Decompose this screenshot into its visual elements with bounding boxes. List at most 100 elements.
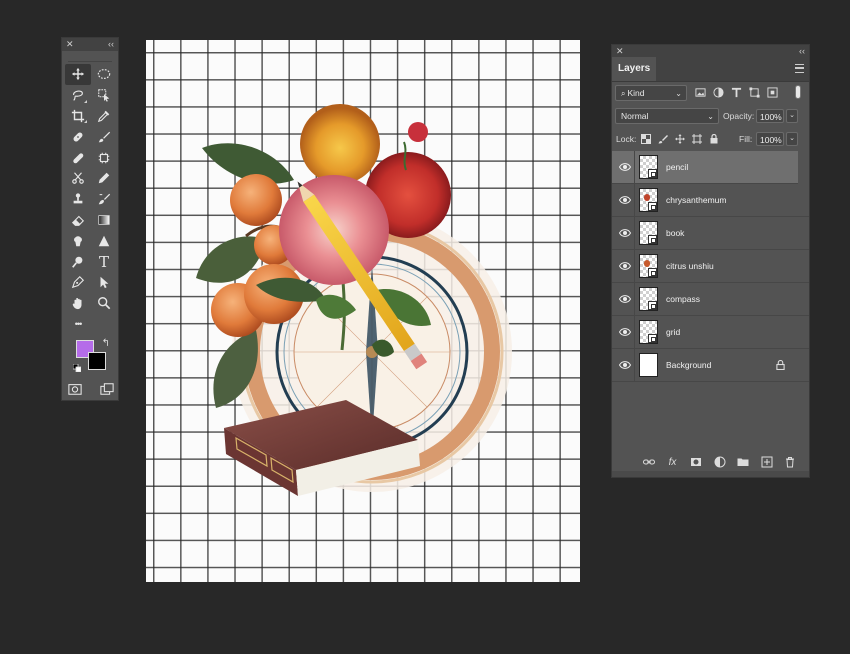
eraser-tool-icon[interactable] [65, 210, 91, 231]
tools-panel-header: ✕ ‹‹ [62, 38, 118, 51]
shape-filter-icon[interactable] [749, 87, 760, 98]
smart-object-badge-icon [648, 169, 657, 178]
eyedropper-tool-icon[interactable] [91, 106, 117, 127]
panel-resize-grip[interactable] [612, 471, 809, 477]
type-filter-icon[interactable] [731, 87, 742, 98]
layer-row-citrus-unshiu[interactable]: citrus unshiu [612, 250, 809, 283]
visibility-eye-icon[interactable] [619, 360, 631, 370]
adjustment-layer-icon[interactable] [713, 455, 727, 469]
default-colors-icon[interactable] [73, 364, 81, 372]
lock-artboard-icon[interactable] [692, 134, 702, 144]
visibility-eye-icon[interactable] [619, 195, 631, 205]
fill-stepper[interactable]: ⌄ [786, 132, 798, 146]
collapse-icon[interactable]: ‹‹ [108, 38, 114, 51]
crop-tool-icon[interactable] [65, 106, 91, 127]
adjustment-filter-icon[interactable] [713, 87, 724, 98]
add-mask-icon[interactable] [689, 455, 703, 469]
close-icon[interactable]: ✕ [616, 45, 624, 57]
filter-toggle[interactable] [795, 85, 801, 99]
chip-tool-icon[interactable] [91, 147, 117, 168]
layer-style-fx-icon[interactable]: fx [666, 455, 680, 469]
fill-label: Fill: [739, 134, 753, 144]
spot-healing-tool-icon[interactable] [65, 126, 91, 147]
layer-row-compass[interactable]: compass [612, 283, 809, 316]
background-color-swatch[interactable] [88, 352, 106, 370]
link-layers-icon[interactable] [642, 455, 656, 469]
new-group-folder-icon[interactable] [736, 455, 750, 469]
brush-tool-icon[interactable] [91, 126, 117, 147]
pixel-filter-icon[interactable] [695, 87, 706, 98]
layer-row-book[interactable]: book [612, 217, 809, 250]
layer-row-pencil[interactable]: pencil [612, 151, 798, 184]
hand-tool-icon[interactable] [65, 293, 91, 314]
pencil-tool-icon[interactable] [91, 168, 117, 189]
layer-filter-row: ⌕ Kind ⌄ [612, 84, 809, 102]
search-icon: ⌕ [621, 89, 626, 98]
path-selection-tool-icon[interactable] [91, 272, 117, 293]
filter-kind-select[interactable]: ⌕ Kind ⌄ [615, 85, 687, 101]
layer-row-chrysanthemum[interactable]: chrysanthemum [612, 184, 809, 217]
delete-layer-trash-icon[interactable] [783, 455, 797, 469]
smart-object-badge-icon [648, 202, 657, 211]
opacity-field[interactable]: 100% [756, 109, 784, 123]
elliptical-marquee-tool-icon[interactable] [91, 64, 117, 85]
lock-transparent-icon[interactable] [641, 134, 651, 144]
smart-object-badge-icon [648, 235, 657, 244]
lasso-tool-icon[interactable] [65, 85, 91, 106]
artwork [196, 104, 512, 496]
more-tools-glyph: ••• [74, 318, 83, 329]
visibility-eye-icon[interactable] [619, 261, 631, 271]
lock-pixels-icon[interactable] [658, 134, 668, 144]
collapse-icon[interactable]: ‹‹ [799, 45, 805, 57]
lock-position-icon[interactable] [675, 134, 685, 144]
layer-name: grid [666, 327, 681, 337]
layer-thumbnail [639, 287, 658, 311]
smart-object-badge-icon [648, 334, 657, 343]
visibility-eye-icon[interactable] [619, 228, 631, 238]
lock-icon[interactable] [776, 360, 785, 370]
document-canvas[interactable] [146, 40, 580, 582]
visibility-eye-icon[interactable] [619, 294, 631, 304]
smudge-tool-icon[interactable] [65, 230, 91, 251]
fill-field[interactable]: 100% [756, 132, 784, 146]
band-aid-tool-icon[interactable] [65, 147, 91, 168]
layer-separator [634, 283, 635, 315]
tab-layers[interactable]: Layers [612, 57, 657, 81]
swap-colors-icon[interactable]: ↰ [102, 338, 110, 349]
layers-panel: ✕ ‹‹ Layers ⌕ Kind ⌄ Normal ⌄ Opacity: 10… [611, 44, 810, 478]
object-selection-tool-icon[interactable] [91, 85, 117, 106]
dodge-tool-icon[interactable] [65, 251, 91, 272]
blend-mode-select[interactable]: Normal ⌄ [615, 108, 719, 124]
layer-name: citrus unshiu [666, 261, 714, 271]
stamp-tool-icon[interactable] [65, 189, 91, 210]
layer-thumbnail [639, 254, 658, 278]
zoom-tool-icon[interactable] [91, 293, 117, 314]
screen-mode-icon[interactable] [100, 382, 114, 396]
gradient-tool-icon[interactable] [91, 210, 117, 231]
layers-panel-header: ✕ ‹‹ [612, 45, 809, 57]
layer-name: Background [666, 360, 712, 370]
close-icon[interactable]: ✕ [66, 38, 74, 51]
layer-row-grid[interactable]: grid [612, 316, 809, 349]
opacity-stepper[interactable]: ⌄ [786, 109, 798, 123]
layer-row-background[interactable]: Background [612, 349, 809, 382]
visibility-eye-icon[interactable] [619, 327, 631, 337]
scissors-tool-icon[interactable] [65, 168, 91, 189]
quick-mask-icon[interactable] [68, 382, 82, 396]
tools-panel-grip[interactable] [68, 51, 112, 62]
move-tool-icon[interactable] [65, 64, 91, 85]
triangle-tool-icon[interactable] [91, 230, 117, 251]
layer-separator [634, 316, 635, 348]
thumbnail-content [644, 194, 650, 201]
new-layer-icon[interactable] [760, 455, 774, 469]
pen-tool-icon[interactable] [65, 272, 91, 293]
lock-all-icon[interactable] [709, 134, 719, 144]
visibility-eye-icon[interactable] [619, 162, 631, 172]
opacity-label: Opacity: [723, 111, 755, 121]
more-tools-icon[interactable]: ••• [65, 314, 91, 335]
panel-menu-icon[interactable] [795, 64, 804, 73]
type-tool-icon[interactable]: T [91, 251, 117, 272]
smart-object-filter-icon[interactable] [767, 87, 778, 98]
mixer-brush-tool-icon[interactable] [91, 189, 117, 210]
lock-fill-row: Lock: Fill: 100% ⌄ [612, 131, 809, 147]
